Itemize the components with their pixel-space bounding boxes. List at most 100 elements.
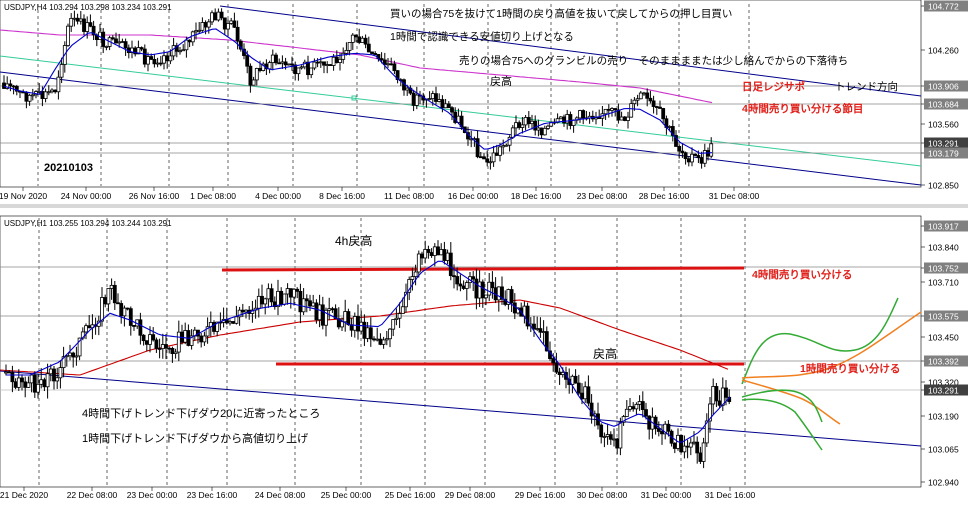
h1-chart-panel[interactable]: USDJPY,H1 103.255 103.294 103.244 103.29… [0,215,968,500]
candle-body [613,108,618,111]
candle-body [560,372,565,376]
candle-body [440,99,445,109]
candle-body [533,120,538,131]
candle-body [405,87,410,91]
candle-body [512,302,517,314]
candle-body [56,76,61,93]
time-label: 31 Dec 08:00 [709,191,760,201]
candle-body [541,331,546,333]
time-label: 18 Dec 16:00 [511,191,562,201]
candle-body [120,41,125,44]
candle-body [686,158,691,163]
candle-body [266,288,271,300]
candle-body [416,253,421,273]
h1-label-4h-split: 4時間売り買い分ける [752,268,852,281]
candle-body [280,61,285,64]
candle-body [679,434,684,453]
time-label: 29 Dec 08:00 [445,490,496,500]
candle-body [370,51,374,54]
candle-body [197,29,202,32]
candle-body [442,249,447,261]
candle-body [164,344,168,349]
candle-body [116,302,120,305]
candle-body [504,144,509,147]
candle-body [84,325,88,333]
candle-body [58,367,63,379]
candle-body [471,276,476,280]
candle-body [146,56,150,65]
time-label: 4 Dec 00:00 [255,191,301,201]
level-4h-split-line [221,266,745,272]
price-label: 103.392 [928,357,959,367]
candle-body [203,22,208,28]
candle-body [109,284,114,289]
candle-body [491,152,496,163]
candle-body [494,152,499,156]
price-label: 102.940 [928,478,959,488]
h4-chart-panel[interactable]: USDJPY,H4 103.294 103.298 103.234 103.29… [0,0,968,201]
time-label: 23 Dec 16:00 [187,490,238,500]
candle-body [8,83,13,87]
candle-body [523,117,528,126]
candle-body [69,18,74,27]
candle-body [450,107,454,113]
candle-body [546,125,550,129]
candle-body [378,338,383,345]
candle-body [306,61,310,76]
candle-body [68,352,72,357]
candle-body [277,62,282,65]
candle-body [154,339,159,349]
candle-body [190,31,195,43]
price-label: 103.684 [928,100,959,110]
candle-body [216,11,221,21]
candle-body [554,362,559,373]
candle-body [452,275,456,278]
candle-body [638,92,643,100]
candle-body [644,409,648,417]
price-label: 103.291 [928,139,959,149]
panel-separator[interactable] [0,204,968,208]
candle-body [677,146,682,152]
time-label: 24 Dec 08:00 [255,490,306,500]
candle-body [27,94,32,102]
candle-body [514,122,518,129]
time-label: 25 Dec 00:00 [321,490,372,500]
candle-body [144,340,149,345]
candle-body [379,58,384,61]
candle-body [325,64,330,66]
candle-body [423,249,428,259]
candle-body [314,302,319,321]
candle-body [637,401,642,405]
time-label: 24 Nov 00:00 [61,191,112,201]
candle-body [139,47,144,50]
candle-body [263,298,268,305]
candle-body [536,127,541,131]
candle-body [39,379,44,385]
candle-body [344,50,349,54]
candle-body [698,452,703,462]
candle-body [171,45,176,57]
candle-body [320,304,325,326]
candle-body [248,65,253,86]
candle-body [229,20,234,24]
candle-body [16,377,21,388]
time-label: 21 Dec 2020 [0,490,48,500]
candle-body [85,22,90,32]
candle-body [485,158,490,163]
h4-note-3: 売りの場合75へのグランビルの売り そのままままたは少し絡んでからの下落待ち [459,54,848,67]
candle-body [666,423,671,432]
candle-body [78,18,83,22]
candle-body [478,156,483,159]
candle-body [37,91,42,93]
h4-note-2: 1時間で認識できる安値切り上げとなる [390,30,574,43]
candle-body [183,330,188,343]
candle-body [178,50,182,53]
candle-body [288,288,293,298]
candle-body [632,99,637,105]
candle-body [388,328,392,340]
candle-body [338,58,342,63]
candle-body [672,442,677,449]
candle-body [301,298,306,313]
candle-body [717,400,722,406]
candle-body [608,434,613,440]
